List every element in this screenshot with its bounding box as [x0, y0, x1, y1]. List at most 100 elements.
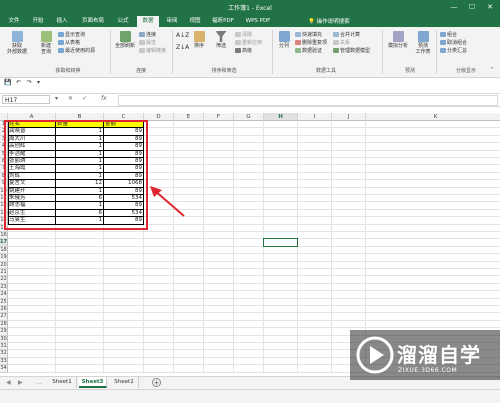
sheet-tab-sheet1[interactable]: Sheet1 — [48, 377, 77, 388]
close-button[interactable]: ✕ — [484, 2, 496, 12]
sort-icon — [193, 31, 205, 42]
what-if-analysis-button[interactable]: 模拟分析 — [386, 31, 410, 49]
row-header[interactable]: 31 — [0, 343, 8, 351]
tab-page-layout[interactable]: 页面布局 — [76, 16, 110, 27]
sheet-tab-sheet2[interactable]: Sheet2 — [110, 377, 139, 388]
row-header[interactable]: 30 — [0, 335, 8, 343]
get-external-data-button[interactable]: 获取 外部数据 — [6, 31, 28, 55]
insert-function-icon[interactable]: fx — [101, 95, 107, 102]
row-header[interactable]: 17 — [0, 239, 8, 247]
gridline — [8, 253, 500, 255]
flash-fill-button[interactable]: 快速填充 — [295, 32, 322, 39]
row-header[interactable]: 25 — [0, 298, 8, 306]
gridline — [8, 231, 500, 232]
row-header[interactable]: 16 — [0, 232, 8, 240]
column-header[interactable]: H — [264, 113, 298, 121]
tab-wps-pdf[interactable]: WPS PDF — [242, 16, 274, 27]
from-table-button[interactable]: 从表格 — [58, 40, 80, 47]
gridline — [8, 312, 500, 314]
more-sheets-icon[interactable]: … — [36, 379, 42, 386]
column-header[interactable]: D — [144, 113, 174, 121]
confirm-entry-icon[interactable]: ✓ — [82, 95, 87, 102]
tab-file[interactable]: 文件 — [3, 16, 25, 27]
show-queries-button[interactable]: 显示查询 — [58, 32, 85, 39]
relationships-button[interactable]: 关系 — [333, 40, 350, 47]
row-header[interactable]: 27 — [0, 313, 8, 321]
title-bar: 工作簿1 - Excel — ☐ ✕ — [0, 0, 500, 14]
subtotal-icon — [440, 48, 446, 53]
consolidate-button[interactable]: 合并计算 — [333, 32, 360, 39]
row-header[interactable]: 20 — [0, 261, 8, 269]
what-if-icon — [392, 31, 404, 42]
gridline — [8, 260, 500, 262]
clear-filter-button[interactable]: 清除 — [235, 32, 252, 39]
column-header[interactable]: E — [174, 113, 204, 121]
scroll-sheets-right-icon[interactable]: ▶ — [18, 379, 23, 386]
row-header[interactable]: 32 — [0, 350, 8, 358]
sort-ascending-button[interactable]: A↓Z — [176, 32, 189, 39]
sort-button[interactable]: 排序 — [191, 31, 207, 49]
maximize-button[interactable]: ☐ — [466, 2, 478, 12]
group-button[interactable]: 组合 — [440, 32, 457, 39]
refresh-all-button[interactable]: 全部刷新 — [113, 31, 137, 49]
row-header[interactable]: 26 — [0, 306, 8, 314]
row-header[interactable]: 28 — [0, 320, 8, 329]
tab-home[interactable]: 开始 — [28, 16, 48, 27]
minimize-button[interactable]: — — [448, 2, 460, 12]
remove-duplicates-icon — [295, 40, 301, 45]
column-header[interactable]: J — [332, 113, 366, 121]
tell-me-search[interactable]: 💡 操作说明搜索 — [308, 17, 350, 25]
remove-duplicates-button[interactable]: 删除重复项 — [295, 40, 327, 47]
tab-formulas[interactable]: 公式 — [113, 16, 133, 27]
column-header[interactable]: K — [366, 113, 500, 121]
filter-button[interactable]: 筛选 — [213, 31, 229, 49]
name-box[interactable]: H17 — [2, 95, 50, 104]
row-header[interactable]: 34 — [0, 365, 8, 373]
recent-sources-button[interactable]: 最近使用的源 — [58, 48, 95, 55]
tab-data[interactable]: 数据 — [137, 16, 159, 27]
properties-button[interactable]: 属性 — [139, 40, 156, 47]
column-header[interactable]: G — [234, 113, 264, 121]
row-header[interactable]: 19 — [0, 254, 8, 262]
collapse-ribbon-icon[interactable]: ^ — [490, 67, 494, 73]
advanced-filter-button[interactable]: 高级 — [235, 48, 252, 55]
subtotal-button[interactable]: 分类汇总 — [440, 48, 467, 55]
forecast-sheet-button[interactable]: 预测 工作表 — [414, 31, 432, 55]
tab-foxit-pdf[interactable]: 福昕PDF — [209, 16, 237, 27]
formula-input[interactable] — [118, 95, 498, 106]
row-header[interactable]: 29 — [0, 328, 8, 336]
save-icon[interactable]: 💾 — [4, 79, 11, 86]
undo-icon[interactable]: ↶ — [16, 79, 21, 86]
row-header[interactable]: 22 — [0, 276, 8, 284]
customize-toolbar-icon[interactable]: ▾ — [37, 79, 40, 86]
redo-icon[interactable]: ↷ — [27, 79, 32, 86]
sort-descending-button[interactable]: Z↓A — [176, 44, 189, 51]
tab-review[interactable]: 审阅 — [162, 16, 182, 27]
row-header[interactable]: 23 — [0, 283, 8, 292]
row-header[interactable]: 21 — [0, 269, 8, 277]
sheet-tab-sheet3[interactable]: Sheet3 — [79, 377, 107, 388]
row-header[interactable]: 33 — [0, 357, 8, 366]
connections-button[interactable]: 连接 — [139, 32, 156, 39]
tab-insert[interactable]: 插入 — [52, 16, 72, 27]
text-to-columns-button[interactable]: 分列 — [276, 31, 292, 49]
cancel-entry-icon[interactable]: ✕ — [68, 95, 73, 102]
scroll-sheets-left-icon[interactable]: ◀ — [6, 379, 11, 386]
query-icon — [58, 32, 64, 37]
row-header[interactable]: 24 — [0, 291, 8, 299]
column-header[interactable]: I — [298, 113, 332, 121]
name-box-dropdown-icon[interactable]: ▾ — [55, 95, 58, 102]
reapply-button[interactable]: 重新应用 — [235, 40, 262, 47]
active-cell[interactable] — [263, 238, 298, 247]
row-header[interactable]: 18 — [0, 246, 8, 255]
ribbon-separator — [172, 30, 173, 74]
add-sheet-icon[interactable]: + — [152, 378, 161, 387]
data-validation-button[interactable]: 数据验证 — [295, 48, 322, 55]
manage-data-model-button[interactable]: 管理数据模型 — [333, 48, 370, 55]
column-header[interactable]: F — [204, 113, 234, 121]
tab-view[interactable]: 视图 — [185, 16, 205, 27]
refresh-icon — [119, 31, 131, 42]
new-query-button[interactable]: 新建 查询 — [37, 31, 55, 55]
edit-links-button[interactable]: 编辑链接 — [139, 48, 166, 55]
ungroup-button[interactable]: 取消组合 — [440, 40, 467, 47]
